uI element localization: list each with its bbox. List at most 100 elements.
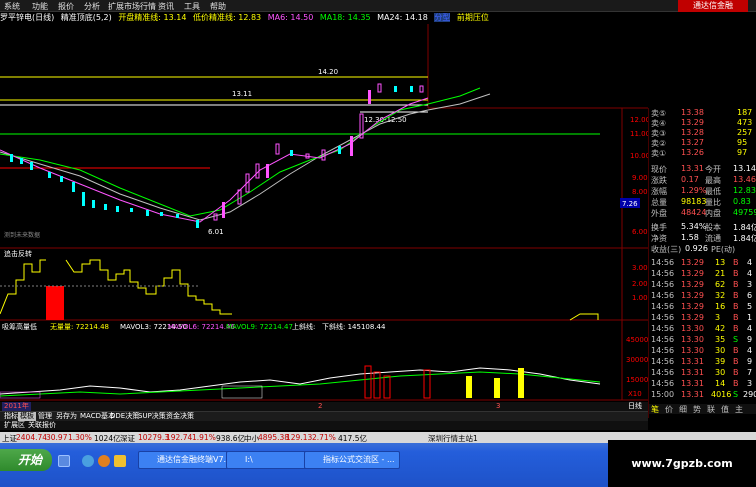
axis-label-726: 7.26 <box>622 200 638 208</box>
stat-row-outer: 外盘 48424 内盘 49759 <box>651 208 756 218</box>
panel-tab-price[interactable]: 价 <box>665 404 673 415</box>
tab-manage[interactable]: 管理 <box>36 412 54 421</box>
stat-row-net: 净资 1.58 流通 1.84亿 <box>651 233 756 243</box>
axis-label-1000: 10.00 <box>630 152 648 160</box>
zx-value: 4895.38 <box>258 433 290 442</box>
menu-item-tools[interactable]: 工具 <box>184 1 200 12</box>
vol-axis-15000: 15000 <box>626 376 648 384</box>
quote-panel: 卖⑤ 13.38 187 卖④ 13.29 473 卖③ 13.28 257 卖… <box>648 108 756 418</box>
kline-chart-svg: 14.20 13.11 12.30-12.50 6.01 测到未来数据 12.0… <box>0 24 650 401</box>
extension-tabs: 扩展区 关联报价 <box>0 421 648 430</box>
price-label-low: 6.01 <box>208 228 224 236</box>
browser-icon[interactable] <box>82 455 94 467</box>
ask-row-3: 卖③ 13.28 257 <box>651 128 753 138</box>
indicator-name: 精准顶底(5,2) <box>60 13 112 22</box>
menu-item-system[interactable]: 系统 <box>4 1 20 12</box>
sz-value: 10279.3 <box>138 433 170 442</box>
sub2-name: 吸筹高量低 <box>2 322 37 331</box>
sub2-vol: 无量量: 72214.48 <box>50 323 109 331</box>
panel-tab-main[interactable]: 主 <box>735 404 743 415</box>
price-label-1311: 13.11 <box>232 90 252 98</box>
resistance-tag: 前期压位 <box>456 13 489 22</box>
menu-item-help[interactable]: 帮助 <box>210 1 226 12</box>
menu-item-news[interactable]: 资讯 <box>158 1 174 12</box>
taskbar-app-explorer[interactable]: I:\ <box>226 451 312 469</box>
open-line-label: 开盘精准线: 13.14 <box>118 13 187 22</box>
month-label-3: 3 <box>496 402 501 410</box>
price-label-1420: 14.20 <box>318 68 338 76</box>
vol-axis-x10: X10 <box>628 390 642 398</box>
ask-row-2: 卖② 13.27 95 <box>651 138 748 148</box>
tab-fund[interactable]: 资金决策 <box>164 412 196 421</box>
panel-tab-detail[interactable]: 细 <box>679 404 687 415</box>
trade-row: 15:00 13.31 4016 S 290 <box>651 390 756 399</box>
axis-label-600: 6.00 <box>632 228 648 236</box>
trade-row: 14:56 13.29 32 B 6 <box>651 291 753 300</box>
axis-label-200: 2.00 <box>632 280 648 288</box>
tab-template[interactable]: 模板 <box>18 412 36 421</box>
menu-bar: 系统 功能 报价 分析 扩展市场行情 资讯 工具 帮助 通达信金融 <box>0 0 756 12</box>
stat-row-price: 现价 13.31 今开 13.14 <box>651 164 756 174</box>
kline-chart-area[interactable]: 14.20 13.11 12.30-12.50 6.01 测到未来数据 12.0… <box>0 24 650 404</box>
stat-row-turnover: 换手 5.34% 股本 1.84亿 <box>651 222 756 232</box>
tab-related-quote[interactable]: 关联报价 <box>26 421 58 430</box>
show-desktop-icon[interactable] <box>58 455 70 467</box>
panel-tabs: 笔 价 细 势 联 值 主 <box>649 404 756 414</box>
year-label: 2011年 <box>2 402 31 411</box>
trade-row: 14:56 13.31 30 B 7 <box>651 368 753 377</box>
stat-row-pct: 涨幅 1.29% 最低 12.83 <box>651 186 756 196</box>
ma24-label: MA24: 14.18 <box>377 13 428 22</box>
axis-label-1200: 12.00 <box>630 116 648 124</box>
taskbar-app-forum[interactable]: 指标公式交流区 - ... <box>304 451 400 469</box>
taskbar-app-tdx[interactable]: 通达信金融终端V7... <box>138 451 238 469</box>
media-icon[interactable] <box>98 455 110 467</box>
volume-bars <box>0 365 601 399</box>
sub2-mavol9: MAVOL9: 72214.47 <box>226 323 293 331</box>
ask-row-4: 卖④ 13.29 473 <box>651 118 753 128</box>
indicator-tabs: 指标 模板 管理 另存为 MACD基本 DDE决策 SUP决策 资金决策 <box>0 411 648 421</box>
axis-label-900: 9.00 <box>632 174 648 182</box>
sub1-title: 追击反转 <box>4 249 32 258</box>
sub2-up: 上斜线: <box>292 322 315 331</box>
trade-row: 14:56 13.30 42 B 4 <box>651 324 753 333</box>
stock-title: 罗平锌电(日线) <box>0 13 55 22</box>
tab-extension-area[interactable]: 扩展区 <box>2 421 27 430</box>
candles <box>10 83 424 228</box>
watermark: www.7gpzb.com <box>608 440 756 487</box>
ask-row-5: 卖⑤ 13.38 187 <box>651 108 753 118</box>
ma18-label: MA18: 14.35 <box>319 13 371 22</box>
menu-item-function[interactable]: 功能 <box>32 1 48 12</box>
panel-tab-trend[interactable]: 势 <box>693 404 701 415</box>
sz-change: 192.74 <box>166 433 193 442</box>
zx-pct: 2.71% <box>312 433 336 442</box>
ma-line-white <box>0 109 429 221</box>
time-axis-row: 2011年 2 3 日线 <box>0 402 648 411</box>
vol-axis-45000: 45000 <box>626 336 648 344</box>
trade-row: 14:56 13.29 21 B 4 <box>651 269 753 278</box>
panel-tab-link[interactable]: 联 <box>707 404 715 415</box>
panel-tab-trades[interactable]: 笔 <box>651 404 659 415</box>
sh-value: 2404.74 <box>16 433 48 442</box>
menu-item-analysis[interactable]: 分析 <box>84 1 100 12</box>
ma-line-green-ext <box>427 87 481 105</box>
sub1-red-bar <box>46 286 64 320</box>
fenxing-tag: 分型 <box>434 13 451 22</box>
menu-item-quote[interactable]: 报价 <box>58 1 74 12</box>
menu-item-extended-market[interactable]: 扩展市场行情 <box>108 1 156 12</box>
trade-row: 14:56 13.30 35 S 9 <box>651 335 753 344</box>
start-button[interactable]: 开始 <box>0 449 52 471</box>
trade-row: 14:56 13.31 39 B 9 <box>651 357 753 366</box>
panel-tab-value[interactable]: 值 <box>721 404 729 415</box>
future-data-note: 测到未来数据 <box>4 231 40 239</box>
axis-label-300: 3.00 <box>632 264 648 272</box>
axis-label-1100: 11.00 <box>630 130 648 138</box>
folder-icon[interactable] <box>114 455 126 467</box>
sub2-down: 下斜线: 145108.44 <box>322 322 386 331</box>
sh-pct: 1.30% <box>68 433 92 442</box>
indicator-title-row: 罗平锌电(日线) 精准顶底(5,2) 开盘精准线: 13.14 低价精准线: 1… <box>0 12 489 24</box>
tab-save-as[interactable]: 另存为 <box>54 412 79 421</box>
sub1-bars <box>0 259 599 321</box>
trade-row: 14:56 13.29 3 B 1 <box>651 313 753 322</box>
sz-pct: 1.91% <box>192 433 216 442</box>
period-label[interactable]: 日线 <box>626 402 644 411</box>
